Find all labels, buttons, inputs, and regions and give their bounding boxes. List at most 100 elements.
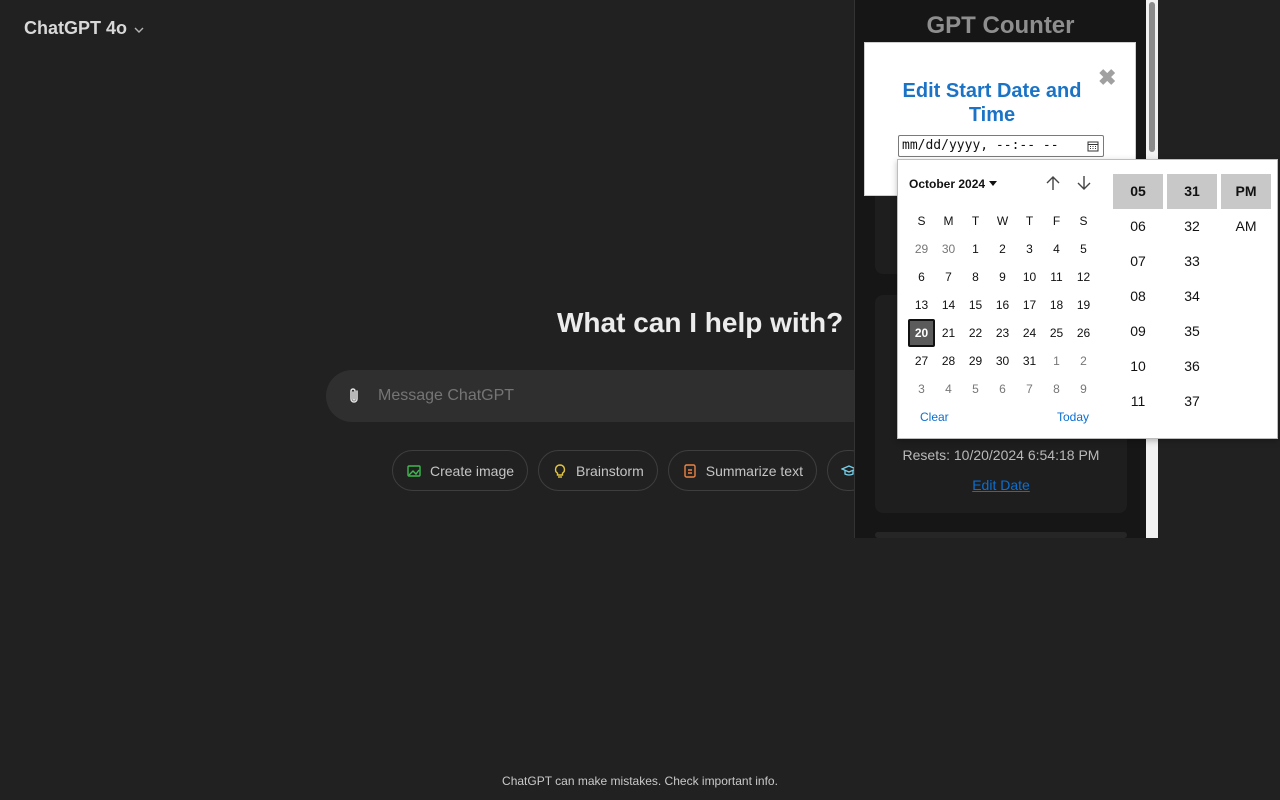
day-cell[interactable]: 6 [908, 263, 935, 291]
day-cell[interactable]: 9 [989, 263, 1016, 291]
brainstorm-chip[interactable]: Brainstorm [538, 450, 658, 491]
previous-month-arrow-icon[interactable] [1044, 174, 1062, 192]
day-cell[interactable]: 14 [935, 291, 962, 319]
reset-time-text: Resets: 10/20/2024 6:54:18 PM [902, 447, 1100, 463]
day-cell[interactable]: 13 [908, 291, 935, 319]
calendar-grid: S M T W T F S 29 30 1 2 3 4 5 6 7 8 9 10 11 12 13 14 15 16 17 18 19… [908, 207, 1097, 403]
close-icon[interactable]: ✖ [1098, 67, 1116, 89]
day-of-week-header: T [1025, 214, 1034, 228]
create-image-chip[interactable]: Create image [392, 450, 529, 491]
month-selector[interactable]: October 2024 [909, 177, 998, 191]
selected-day-cell[interactable]: 20 [908, 319, 935, 347]
summarize-text-chip[interactable]: Summarize text [667, 450, 817, 491]
day-cell[interactable]: 24 [1016, 319, 1043, 347]
paperclip-icon[interactable] [344, 386, 364, 406]
today-button[interactable]: Today [1057, 410, 1089, 424]
model-selector[interactable]: ChatGPT 4o [24, 16, 145, 40]
minute-option[interactable]: 32 [1167, 209, 1217, 244]
model-label: ChatGPT 4o [24, 17, 128, 38]
day-cell[interactable]: 30 [989, 347, 1016, 375]
minute-option[interactable]: 34 [1167, 279, 1217, 314]
day-cell[interactable]: 5 [962, 375, 989, 403]
suggestion-chips: Create image Brainstorm Summarize text [392, 450, 871, 491]
day-cell[interactable]: 28 [935, 347, 962, 375]
scrollbar-thumb[interactable] [1149, 2, 1155, 152]
day-cell[interactable]: 7 [1016, 375, 1043, 403]
day-cell[interactable]: 22 [962, 319, 989, 347]
ampm-option[interactable]: PM [1221, 174, 1271, 209]
day-cell[interactable]: 11 [1043, 263, 1070, 291]
page-headline: What can I help with? [557, 307, 844, 338]
day-cell[interactable]: 1 [962, 235, 989, 263]
day-cell[interactable]: 8 [962, 263, 989, 291]
minute-option[interactable]: 37 [1167, 384, 1217, 419]
calendar-icon[interactable] [1087, 140, 1099, 152]
day-cell[interactable]: 29 [908, 235, 935, 263]
day-cell[interactable]: 10 [1016, 263, 1043, 291]
chip-label: Create image [430, 462, 515, 479]
day-cell[interactable]: 2 [989, 235, 1016, 263]
hour-option[interactable]: 05 [1113, 174, 1163, 209]
hour-option[interactable]: 11 [1113, 384, 1163, 419]
day-cell[interactable]: 29 [962, 347, 989, 375]
day-cell[interactable]: 8 [1043, 375, 1070, 403]
hours-column[interactable]: 05 06 07 08 09 10 11 [1113, 174, 1163, 419]
day-cell[interactable]: 9 [1070, 375, 1097, 403]
hour-option[interactable]: 06 [1113, 209, 1163, 244]
datetime-input-value: mm/dd/yyyy, --:-- -- [902, 138, 1059, 153]
day-cell[interactable]: 19 [1070, 291, 1097, 319]
day-of-week-header: W [996, 214, 1009, 228]
minute-option[interactable]: 35 [1167, 314, 1217, 349]
hour-option[interactable]: 08 [1113, 279, 1163, 314]
day-cell[interactable]: 26 [1070, 319, 1097, 347]
hour-option[interactable]: 09 [1113, 314, 1163, 349]
hour-option[interactable]: 07 [1113, 244, 1163, 279]
edit-date-link[interactable]: Edit Date [875, 477, 1127, 493]
day-cell[interactable]: 25 [1043, 319, 1070, 347]
day-cell[interactable]: 2 [1070, 347, 1097, 375]
day-cell[interactable]: 1 [1043, 347, 1070, 375]
minute-option[interactable]: 31 [1167, 174, 1217, 209]
ampm-column[interactable]: PM AM [1221, 174, 1271, 244]
image-icon [407, 464, 421, 477]
day-cell[interactable]: 21 [935, 319, 962, 347]
day-cell[interactable]: 17 [1016, 291, 1043, 319]
day-cell[interactable]: 30 [935, 235, 962, 263]
day-cell[interactable]: 3 [1016, 235, 1043, 263]
extension-title: GPT Counter [926, 12, 1075, 39]
day-cell[interactable]: 18 [1043, 291, 1070, 319]
day-cell[interactable]: 31 [1016, 347, 1043, 375]
counter-card [875, 532, 1127, 538]
date-picker-popup: October 2024 S M T W T F S 29 30 1 2 3 4 5 6 7 8 9 10 11 12 1… [897, 159, 1278, 439]
minute-option[interactable]: 33 [1167, 244, 1217, 279]
day-cell[interactable]: 3 [908, 375, 935, 403]
day-of-week-header: M [943, 214, 954, 228]
document-icon [684, 463, 696, 478]
minutes-column[interactable]: 31 32 33 34 35 36 37 [1167, 174, 1217, 419]
modal-title: Edit Start Date and Time [902, 80, 1082, 126]
day-cell[interactable]: 7 [935, 263, 962, 291]
day-cell[interactable]: 5 [1070, 235, 1097, 263]
day-cell[interactable]: 4 [1043, 235, 1070, 263]
day-cell[interactable]: 16 [989, 291, 1016, 319]
hour-option[interactable]: 10 [1113, 349, 1163, 384]
message-input[interactable] [378, 387, 778, 405]
minute-option[interactable]: 36 [1167, 349, 1217, 384]
day-cell[interactable]: 12 [1070, 263, 1097, 291]
lightbulb-icon [554, 463, 566, 478]
next-month-arrow-icon[interactable] [1075, 174, 1093, 192]
disclaimer-text: ChatGPT can make mistakes. Check importa… [502, 774, 778, 788]
clear-button[interactable]: Clear [920, 410, 949, 424]
day-cell[interactable]: 4 [935, 375, 962, 403]
day-cell[interactable]: 23 [989, 319, 1016, 347]
day-of-week-header: F [1052, 214, 1061, 228]
day-cell[interactable]: 27 [908, 347, 935, 375]
day-of-week-header: S [917, 214, 926, 228]
ampm-option[interactable]: AM [1221, 209, 1271, 244]
day-cell[interactable]: 6 [989, 375, 1016, 403]
composer[interactable] [326, 370, 886, 422]
day-cell[interactable]: 15 [962, 291, 989, 319]
datetime-input[interactable]: mm/dd/yyyy, --:-- -- [898, 135, 1104, 157]
day-of-week-header: T [971, 214, 980, 228]
chip-label: Summarize text [705, 462, 803, 479]
